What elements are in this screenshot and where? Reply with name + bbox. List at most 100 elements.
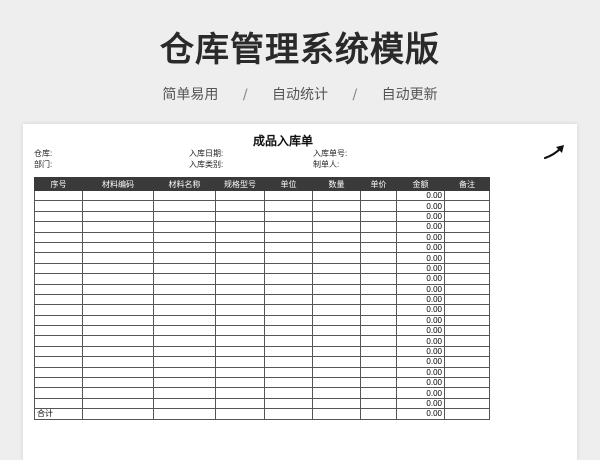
table-cell[interactable] [215,252,265,264]
table-cell[interactable] [215,397,265,410]
table-cell[interactable] [312,221,361,233]
table-cell[interactable]: 0.00 [396,325,445,337]
table-cell[interactable] [264,221,313,233]
table-cell[interactable] [444,221,490,233]
table-cell[interactable] [215,273,265,285]
table-cell[interactable] [153,231,216,243]
table-cell[interactable] [360,273,397,285]
table-cell[interactable] [312,304,361,316]
table-cell[interactable] [34,366,83,379]
table-cell[interactable] [34,200,83,212]
table-cell[interactable]: 0.00 [396,397,445,410]
table-cell[interactable] [82,210,154,223]
table-cell[interactable] [215,335,265,347]
table-cell[interactable]: 0.00 [396,273,445,285]
table-cell[interactable] [360,356,397,368]
table-cell[interactable] [264,210,313,223]
table-cell[interactable] [264,252,313,264]
table-cell[interactable]: 0.00 [396,262,445,275]
table-cell[interactable] [215,325,265,337]
table-cell[interactable] [312,273,361,285]
table-cell[interactable] [34,293,83,306]
table-cell[interactable]: 0.00 [396,314,445,327]
table-cell[interactable] [82,335,154,347]
table-cell[interactable] [444,273,490,285]
table-cell[interactable] [82,325,154,337]
table-cell[interactable] [360,325,397,337]
table-cell[interactable]: 0.00 [396,231,445,243]
table-cell[interactable] [264,189,313,202]
table-cell[interactable] [312,335,361,347]
table-cell[interactable] [264,314,313,327]
table-cell[interactable] [153,377,216,389]
table-cell[interactable] [34,273,83,285]
table-cell[interactable] [82,293,154,306]
table-cell[interactable] [360,293,397,306]
table-cell[interactable] [82,262,154,275]
table-cell[interactable] [444,262,490,275]
table-cell[interactable] [264,335,313,347]
table-cell[interactable] [312,366,361,379]
table-cell[interactable] [312,345,361,358]
table-cell[interactable]: 0.00 [396,356,445,368]
table-cell[interactable]: 0.00 [396,252,445,264]
table-cell[interactable] [264,241,313,254]
table-cell[interactable] [215,387,265,399]
table-cell[interactable] [264,200,313,212]
table-cell[interactable] [444,387,490,399]
table-cell[interactable]: 0.00 [396,293,445,306]
table-cell[interactable]: 0.00 [396,283,445,295]
table-cell[interactable] [34,231,83,243]
table-cell[interactable] [215,189,265,202]
table-cell[interactable] [153,356,216,368]
table-cell[interactable] [82,397,154,410]
table-cell[interactable] [264,366,313,379]
table-cell[interactable] [360,231,397,243]
table-cell[interactable] [82,273,154,285]
table-cell[interactable] [444,345,490,358]
table-cell[interactable] [215,262,265,275]
table-cell[interactable] [153,387,216,399]
table-cell[interactable] [153,314,216,327]
table-cell[interactable] [34,335,83,347]
table-cell[interactable] [444,293,490,306]
table-cell[interactable] [264,325,313,337]
table-cell[interactable] [264,231,313,243]
table-cell[interactable]: 0.00 [396,189,445,202]
table-cell[interactable] [312,356,361,368]
table-cell[interactable] [215,221,265,233]
table-cell[interactable] [82,200,154,212]
table-cell[interactable] [312,397,361,410]
table-cell[interactable] [312,387,361,399]
table-cell[interactable] [34,241,83,254]
table-cell[interactable] [360,335,397,347]
table-cell[interactable] [360,366,397,379]
table-cell[interactable] [360,345,397,358]
table-cell[interactable] [444,210,490,223]
table-cell[interactable] [34,252,83,264]
table-cell[interactable] [312,200,361,212]
table-cell[interactable] [153,397,216,410]
table-cell[interactable] [82,356,154,368]
table-cell[interactable] [153,283,216,295]
table-cell[interactable] [360,252,397,264]
table-cell[interactable] [360,387,397,399]
table-cell[interactable] [215,231,265,243]
table-cell[interactable] [34,283,83,295]
table-cell[interactable] [264,356,313,368]
table-cell[interactable] [360,283,397,295]
table-cell[interactable] [215,210,265,223]
table-cell[interactable] [215,293,265,306]
table-cell[interactable] [153,210,216,223]
table-cell[interactable] [34,397,83,410]
table-cell[interactable] [215,345,265,358]
table-cell[interactable] [312,252,361,264]
table-cell[interactable] [444,304,490,316]
table-cell[interactable] [360,397,397,410]
table-cell[interactable] [312,314,361,327]
table-cell[interactable] [312,262,361,275]
table-cell[interactable]: 0.00 [396,366,445,379]
table-cell[interactable] [153,241,216,254]
table-cell[interactable] [215,283,265,295]
table-cell[interactable] [34,314,83,327]
